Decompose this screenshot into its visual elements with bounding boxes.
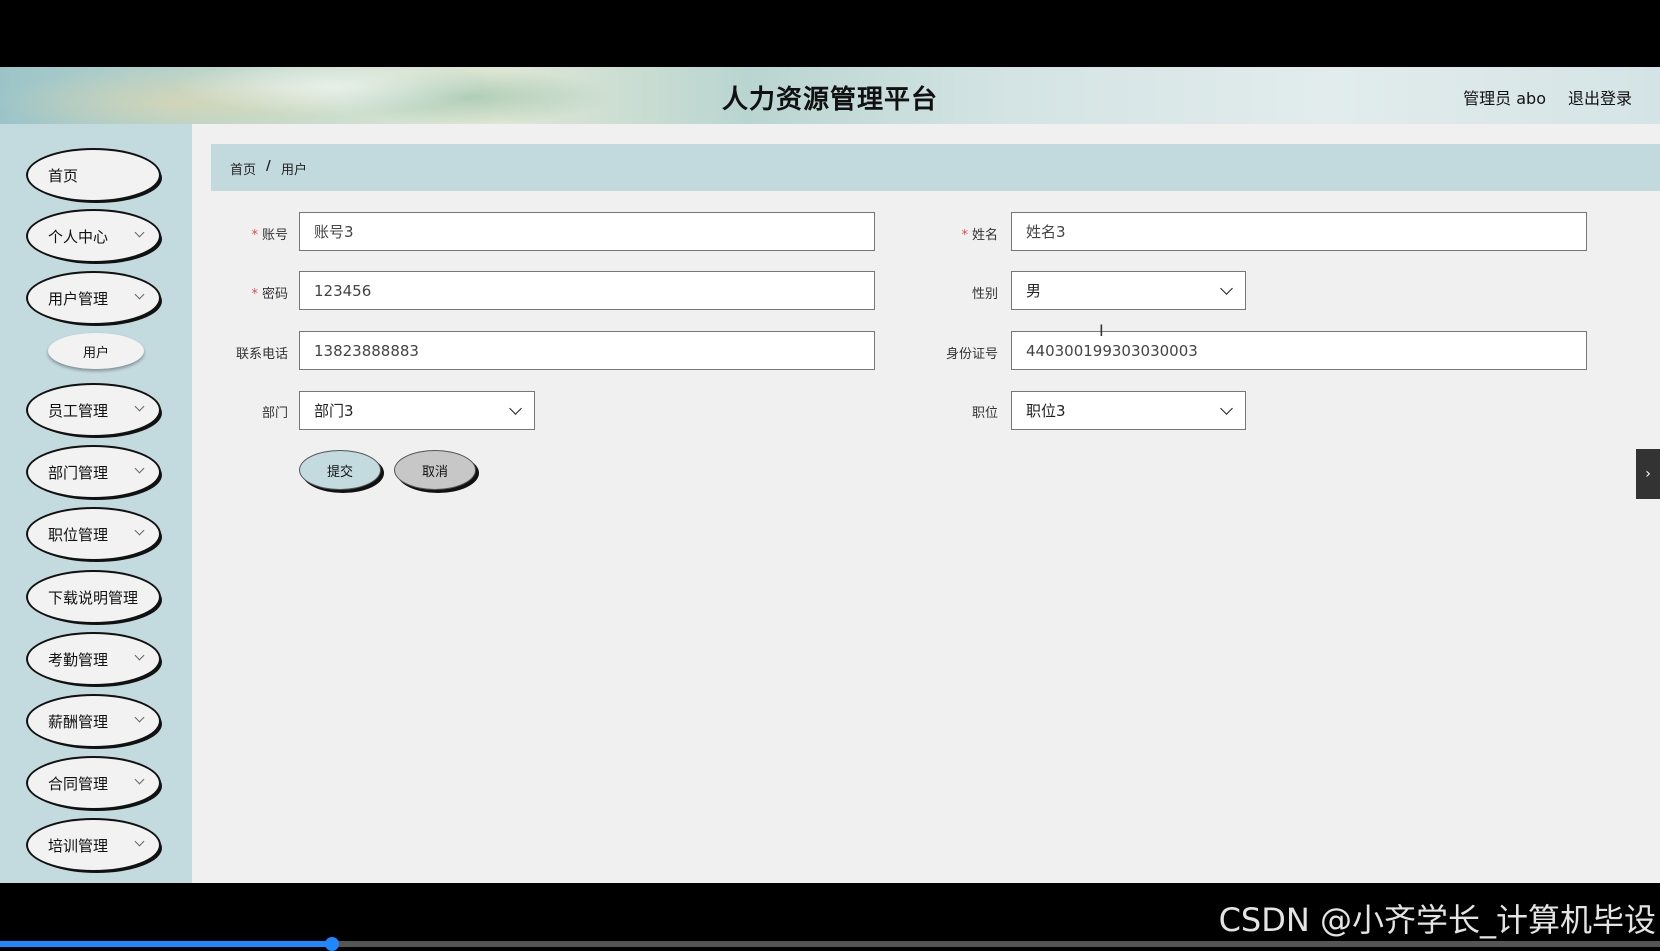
sidebar-item-label: 个人中心	[48, 227, 109, 246]
watermark: CSDN @小齐学长_计算机毕设	[1218, 901, 1656, 939]
sidebar-item-label: 培训管理	[48, 836, 109, 855]
breadcrumb-separator: /	[266, 159, 271, 174]
chevron-down-icon	[134, 712, 145, 723]
phone-label: 联系电话	[235, 347, 288, 362]
position-select[interactable]: 职位3	[1011, 391, 1246, 430]
gender-select[interactable]: 男	[1011, 271, 1246, 310]
chevron-down-icon	[134, 650, 145, 661]
cancel-button[interactable]: 取消	[394, 450, 476, 490]
account-label: * 账号	[251, 228, 288, 243]
sidebar-item-label: 员工管理	[48, 401, 109, 420]
password-value: 123456	[314, 281, 372, 300]
sidebar-item-download-guide[interactable]: 下载说明管理	[28, 572, 159, 622]
department-select[interactable]: 部门3	[299, 391, 535, 430]
position-value: 职位3	[1026, 402, 1066, 420]
sidebar-item-label: 首页	[48, 166, 79, 185]
header: 人力资源管理平台 管理员 abo 退出登录	[0, 67, 1660, 124]
sidebar-item-attendance-management[interactable]: 考勤管理	[28, 634, 159, 684]
idcard-value: 440300199303030003	[1026, 341, 1198, 360]
chevron-down-icon	[134, 774, 145, 785]
chevron-down-icon	[509, 402, 522, 415]
app-window: 人力资源管理平台 管理员 abo 退出登录 首页 个人中心 用户管理 用户 员工…	[0, 67, 1660, 883]
department-label: 部门	[261, 406, 288, 421]
sidebar-item-home[interactable]: 首页	[28, 150, 159, 200]
breadcrumb-current: 用户	[281, 163, 308, 178]
chevron-down-icon	[1220, 282, 1233, 295]
chevron-down-icon	[134, 525, 145, 536]
required-mark: *	[961, 228, 968, 243]
position-label: 职位	[971, 406, 998, 421]
password-label: * 密码	[251, 287, 288, 302]
submit-button[interactable]: 提交	[299, 450, 381, 490]
name-field[interactable]: 姓名3	[1011, 212, 1587, 251]
sidebar-item-position-management[interactable]: 职位管理	[28, 509, 159, 559]
user-label: 管理员 abo	[1463, 89, 1546, 108]
sidebar-item-employee-management[interactable]: 员工管理	[28, 385, 159, 435]
sidebar-item-department-management[interactable]: 部门管理	[28, 447, 159, 497]
sidebar-item-label: 考勤管理	[48, 650, 109, 669]
video-progress-handle[interactable]	[325, 937, 339, 951]
sidebar-item-contract-management[interactable]: 合同管理	[28, 758, 159, 808]
sidebar-item-profile[interactable]: 个人中心	[28, 211, 159, 261]
name-label: * 姓名	[961, 228, 998, 243]
chevron-down-icon	[134, 289, 145, 300]
phone-field[interactable]: 13823888883	[299, 331, 875, 370]
text-cursor-icon: I	[1099, 321, 1104, 340]
sidebar-subitem-user[interactable]: 用户	[48, 333, 144, 369]
required-mark: *	[251, 228, 258, 243]
chevron-right-icon[interactable]: ›	[1636, 449, 1660, 499]
sidebar-item-label: 下载说明管理	[48, 588, 139, 607]
sidebar-item-user-management[interactable]: 用户管理	[28, 273, 159, 323]
idcard-label: 身份证号	[945, 347, 998, 362]
phone-value: 13823888883	[314, 341, 419, 360]
chevron-down-icon	[134, 836, 145, 847]
sidebar: 首页 个人中心 用户管理 用户 员工管理 部门管理 职位管理 下载说明管理 考勤…	[0, 124, 192, 883]
sidebar-item-label: 部门管理	[48, 463, 109, 482]
video-progress-fill	[0, 941, 332, 947]
idcard-field[interactable]: 440300199303030003	[1011, 331, 1587, 370]
password-field[interactable]: 123456	[299, 271, 875, 310]
chevron-down-icon	[1220, 402, 1233, 415]
breadcrumb: 首页 / 用户	[211, 144, 1660, 191]
required-mark: *	[251, 287, 258, 302]
sidebar-item-label: 职位管理	[48, 525, 109, 544]
department-value: 部门3	[314, 402, 354, 420]
sidebar-item-label: 用户管理	[48, 289, 109, 308]
account-field[interactable]: 账号3	[299, 212, 875, 251]
name-value: 姓名3	[1026, 223, 1066, 241]
sidebar-item-training-management[interactable]: 培训管理	[28, 820, 159, 870]
chevron-down-icon	[134, 463, 145, 474]
account-value: 账号3	[314, 223, 354, 241]
sidebar-item-label: 合同管理	[48, 774, 109, 793]
gender-value: 男	[1026, 282, 1042, 300]
chevron-down-icon	[134, 401, 145, 412]
breadcrumb-home[interactable]: 首页	[230, 159, 256, 178]
chevron-down-icon	[134, 227, 145, 238]
sidebar-item-label: 薪酬管理	[48, 712, 109, 731]
logout-link[interactable]: 退出登录	[1568, 85, 1632, 109]
video-frame-top	[0, 0, 1660, 67]
gender-label: 性别	[971, 287, 998, 302]
page-title: 人力资源管理平台	[721, 85, 938, 115]
sidebar-item-salary-management[interactable]: 薪酬管理	[28, 696, 159, 746]
